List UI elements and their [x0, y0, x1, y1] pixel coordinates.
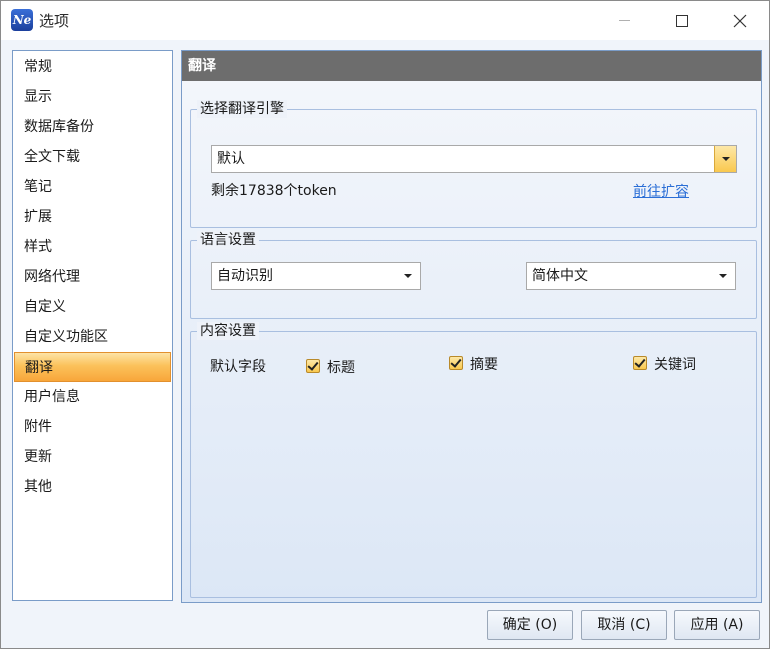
title-checkbox-label[interactable]: 标题 — [327, 357, 355, 377]
title-checkbox[interactable] — [306, 359, 320, 373]
default-fields-label: 默认字段 — [210, 359, 266, 375]
sidebar-item-other[interactable]: 其他 — [14, 472, 171, 502]
options-dialog: Ne 选项 常规 显示 数据库备份 全文下载 笔记 扩展 样式 网络代理 自定义… — [0, 0, 770, 649]
sidebar-item-fulltext-download[interactable]: 全文下载 — [14, 142, 171, 172]
minimize-button[interactable] — [595, 1, 653, 40]
maximize-button[interactable] — [653, 1, 711, 40]
source-language-select[interactable]: 自动识别 — [211, 262, 421, 290]
title-bar: Ne 选项 — [1, 1, 769, 40]
sidebar-item-attachments[interactable]: 附件 — [14, 412, 171, 442]
chevron-down-icon — [721, 157, 730, 161]
expand-capacity-link[interactable]: 前往扩容 — [633, 181, 689, 201]
ok-button[interactable]: 确定 (O) — [487, 610, 573, 640]
cancel-button[interactable]: 取消 (C) — [581, 610, 667, 640]
close-icon — [733, 14, 747, 27]
abstract-checkbox-label[interactable]: 摘要 — [470, 354, 498, 374]
chevron-down-icon — [719, 274, 727, 278]
engine-group: 选择翻译引擎 默认 剩余17838个token 前往扩容 — [190, 100, 757, 228]
window-title: 选项 — [39, 12, 70, 30]
sidebar-item-updates[interactable]: 更新 — [14, 442, 171, 472]
target-language-select[interactable]: 简体中文 — [526, 262, 736, 290]
maximize-icon — [676, 14, 688, 27]
panel-title: 翻译 — [182, 51, 761, 81]
token-remaining: 剩余17838个token — [211, 183, 337, 199]
language-group: 语言设置 自动识别 简体中文 — [190, 231, 757, 319]
app-logo-icon: Ne — [11, 9, 33, 31]
engine-select[interactable]: 默认 — [211, 145, 737, 173]
engine-select-value: 默认 — [217, 151, 245, 167]
keywords-checkbox-label[interactable]: 关键词 — [654, 354, 696, 374]
options-sidebar: 常规 显示 数据库备份 全文下载 笔记 扩展 样式 网络代理 自定义 自定义功能… — [12, 50, 173, 601]
target-language-value: 简体中文 — [532, 268, 588, 284]
sidebar-item-custom-ribbon[interactable]: 自定义功能区 — [14, 322, 171, 352]
translation-panel: 翻译 选择翻译引擎 默认 剩余17838个token 前往扩容 语言设置 自动识… — [181, 50, 762, 603]
sidebar-item-styles[interactable]: 样式 — [14, 232, 171, 262]
keywords-checkbox[interactable] — [633, 356, 647, 370]
content-group: 内容设置 默认字段 标题 摘要 关键词 — [190, 322, 757, 598]
panel-body: 选择翻译引擎 默认 剩余17838个token 前往扩容 语言设置 自动识别 简 — [182, 81, 761, 602]
sidebar-item-display[interactable]: 显示 — [14, 82, 171, 112]
chevron-down-icon — [404, 274, 412, 278]
sidebar-item-notes[interactable]: 笔记 — [14, 172, 171, 202]
sidebar-item-database-backup[interactable]: 数据库备份 — [14, 112, 171, 142]
minimize-icon — [618, 20, 630, 21]
sidebar-item-custom[interactable]: 自定义 — [14, 292, 171, 322]
apply-button[interactable]: 应用 (A) — [674, 610, 760, 640]
sidebar-item-extensions[interactable]: 扩展 — [14, 202, 171, 232]
engine-dropdown-button[interactable] — [714, 146, 736, 172]
sidebar-item-general[interactable]: 常规 — [14, 52, 171, 82]
sidebar-item-proxy[interactable]: 网络代理 — [14, 262, 171, 292]
engine-group-title: 选择翻译引擎 — [197, 100, 287, 118]
language-group-title: 语言设置 — [197, 231, 259, 249]
abstract-checkbox[interactable] — [449, 356, 463, 370]
source-language-value: 自动识别 — [217, 268, 273, 284]
content-group-title: 内容设置 — [197, 322, 259, 340]
sidebar-item-translation[interactable]: 翻译 — [14, 352, 171, 382]
close-button[interactable] — [711, 1, 769, 40]
sidebar-item-user-info[interactable]: 用户信息 — [14, 382, 171, 412]
